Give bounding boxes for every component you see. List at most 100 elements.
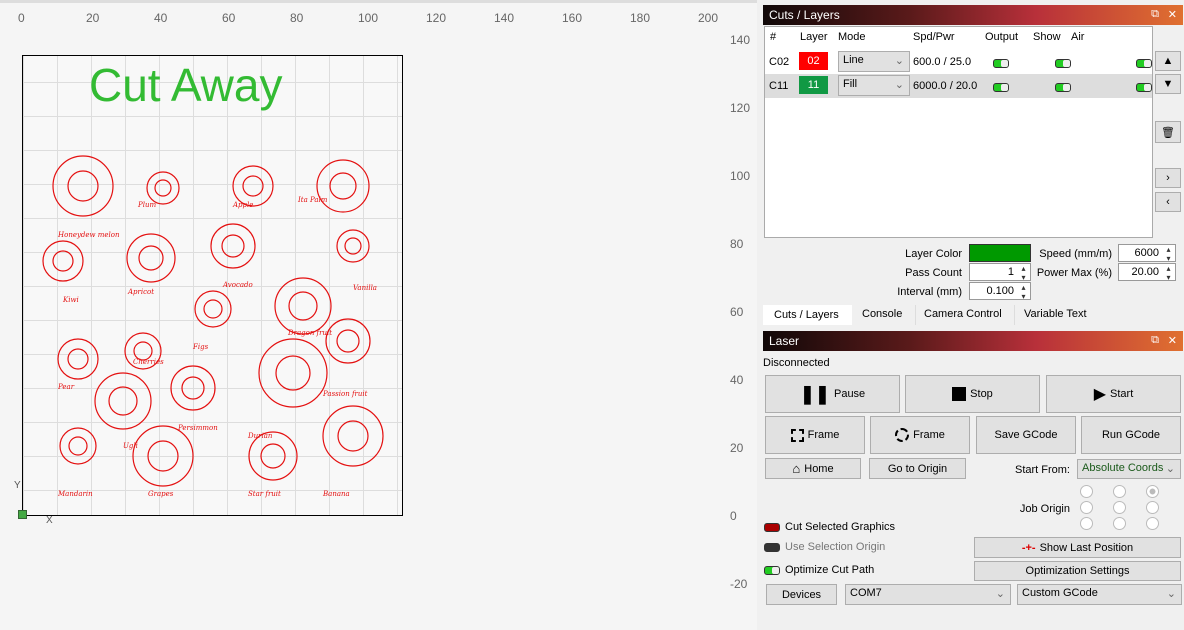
home-icon: ⌂: [792, 461, 801, 476]
show-last-position-button[interactable]: -+- Show Last Position: [974, 537, 1181, 558]
layer-id: C02: [769, 56, 790, 68]
tab-cuts-layers[interactable]: Cuts / Layers: [763, 305, 852, 325]
mode-select[interactable]: Fill ⌄: [838, 75, 910, 96]
fruit-label: Cherries: [133, 358, 164, 366]
fruit-drawing: [316, 159, 370, 213]
header-output: Output: [985, 31, 1019, 43]
fruit-drawing: [132, 425, 194, 487]
pass-count-label: Pass Count: [905, 267, 962, 279]
use-selection-origin-toggle[interactable]: Use Selection Origin: [764, 541, 885, 553]
air-toggle[interactable]: [1136, 58, 1153, 68]
fruit-drawing: [325, 318, 371, 364]
job-origin-radio[interactable]: [1113, 485, 1126, 498]
interval-input[interactable]: 0.100: [969, 282, 1031, 301]
output-toggle[interactable]: [993, 58, 1009, 68]
close-icon[interactable]: ✕: [1168, 334, 1177, 347]
layer-row[interactable]: C02 02 Line ⌄ 600.0 / 25.0: [765, 50, 1153, 74]
fruit-label: Avocado: [223, 281, 253, 289]
float-icon[interactable]: ⧉: [1151, 334, 1159, 347]
y-axis-label: Y: [14, 480, 21, 491]
job-origin-radio[interactable]: [1146, 517, 1159, 530]
tab-variable-text[interactable]: Variable Text: [1015, 305, 1099, 325]
layer-color-badge[interactable]: 02: [799, 52, 828, 70]
stop-label: Stop: [970, 388, 993, 400]
layer-color-badge[interactable]: 11: [799, 76, 828, 94]
expand-button[interactable]: ›: [1155, 168, 1181, 188]
toggle-disabled-icon: [764, 542, 780, 552]
job-origin-radio[interactable]: [1146, 485, 1159, 498]
fruit-drawing: [242, 175, 264, 197]
job-origin-radio[interactable]: [1113, 501, 1126, 514]
fruit-label: Star fruit: [248, 490, 281, 498]
mode-select[interactable]: Line ⌄: [838, 51, 910, 72]
fruit-label: Honeydew melon: [58, 231, 120, 239]
job-origin-radio[interactable]: [1146, 501, 1159, 514]
chevron-down-icon: ⌄: [995, 588, 1005, 600]
fruit-label: Apricot: [128, 288, 155, 296]
power-max-input[interactable]: 20.00: [1118, 263, 1176, 282]
ruler-x-tick: 60: [222, 11, 236, 25]
stop-button[interactable]: Stop: [905, 375, 1040, 413]
job-origin-label: Job Origin: [1019, 503, 1070, 515]
job-origin-radio[interactable]: [1080, 501, 1093, 514]
fruit-label: Apple: [233, 201, 254, 209]
optimization-settings-button[interactable]: Optimization Settings: [974, 561, 1181, 581]
speed-power: 6000.0 / 20.0: [913, 80, 978, 92]
job-origin-radio[interactable]: [1080, 517, 1093, 530]
run-gcode-button[interactable]: Run GCode: [1081, 416, 1181, 454]
speed-input[interactable]: 6000: [1118, 244, 1176, 263]
laser-panel-title: Laser ⧉ ✕: [763, 331, 1183, 351]
layer-color-swatch[interactable]: [969, 244, 1031, 262]
fruit-drawing: [260, 443, 286, 469]
device-select[interactable]: Custom GCode ⌄: [1017, 584, 1182, 605]
port-select[interactable]: COM7 ⌄: [845, 584, 1011, 605]
chevron-down-icon: ⌄: [1166, 588, 1176, 600]
layer-id: C11: [769, 80, 789, 92]
close-icon[interactable]: ✕: [1168, 8, 1177, 21]
fruit-drawing: [337, 420, 369, 452]
air-toggle[interactable]: [1136, 82, 1153, 92]
fruit-drawing: [94, 372, 152, 430]
fruit-label: Grapes: [148, 490, 174, 498]
home-button[interactable]: ⌂ Home: [765, 458, 861, 479]
float-icon[interactable]: ⧉: [1151, 8, 1159, 21]
pause-button[interactable]: ❚❚ Pause: [765, 375, 900, 413]
mode-value: Line: [843, 54, 864, 66]
move-down-button[interactable]: ▼: [1155, 74, 1181, 94]
devices-button[interactable]: Devices: [766, 584, 837, 605]
show-toggle[interactable]: [1055, 82, 1072, 92]
work-area[interactable]: Cut Away Honeydew melon Plum Apple Ita Palm…: [22, 55, 403, 516]
fruit-drawing: [329, 172, 357, 200]
fruit-drawing: [288, 291, 318, 321]
use-selection-label: Use Selection Origin: [785, 541, 886, 553]
fruit-drawing: [336, 229, 370, 263]
design-canvas[interactable]: 0 20 40 60 80 100 120 140 160 180 200 140 120 100 80 60…: [0, 0, 757, 630]
cuts-title: Cuts / Layers: [769, 8, 840, 22]
output-toggle[interactable]: [993, 82, 1009, 92]
tab-camera-control[interactable]: Camera Control: [916, 305, 1015, 325]
save-gcode-button[interactable]: Save GCode: [976, 416, 1076, 454]
frame-circle-button[interactable]: Frame: [870, 416, 970, 454]
go-to-origin-button[interactable]: Go to Origin: [869, 458, 966, 479]
toggle-off-icon: [764, 522, 780, 532]
start-from-select[interactable]: Absolute Coords ⌄: [1077, 459, 1181, 479]
optimize-label: Optimize Cut Path: [785, 564, 875, 576]
chevron-down-icon: ▼: [1162, 78, 1174, 90]
job-origin-radio[interactable]: [1113, 517, 1126, 530]
ruler-y-tick: 60: [730, 305, 744, 319]
frame-rect-button[interactable]: Frame: [765, 416, 865, 454]
layer-row[interactable]: C11 11 Fill ⌄ 6000.0 / 20.0: [765, 74, 1153, 98]
start-button[interactable]: ▶ Start: [1046, 375, 1181, 413]
power-max-label: Power Max (%): [1036, 267, 1112, 279]
ruler-x-tick: 180: [630, 11, 651, 25]
move-up-button[interactable]: ▲: [1155, 51, 1181, 71]
show-toggle[interactable]: [1055, 58, 1072, 68]
job-origin-radio[interactable]: [1080, 485, 1093, 498]
delete-layer-button[interactable]: 🗑: [1155, 121, 1181, 143]
optimize-cut-path-toggle[interactable]: Optimize Cut Path: [764, 564, 874, 576]
tab-console[interactable]: Console: [852, 305, 916, 325]
pass-count-input[interactable]: 1: [969, 263, 1031, 282]
collapse-button[interactable]: ‹: [1155, 192, 1181, 212]
cut-selected-toggle[interactable]: Cut Selected Graphics: [764, 521, 895, 533]
ruler-x-tick: 20: [86, 11, 100, 25]
